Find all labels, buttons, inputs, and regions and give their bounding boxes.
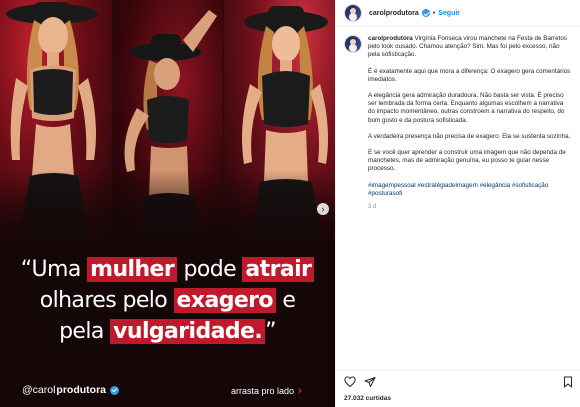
quote-highlight: exagero (173, 288, 276, 313)
follow-button[interactable]: Seguir (438, 10, 460, 17)
chevron-right-icon: › (298, 384, 302, 397)
quote-segment: “Uma (20, 257, 88, 282)
quote-segment: e (275, 288, 296, 313)
caption-paragraph: A verdadeira presença não precisa de exa… (368, 132, 571, 140)
quote-line: “Uma mulher pode atrair (0, 254, 335, 285)
caption-paragraph: A elegância gera admiração duradoura. Nã… (368, 92, 565, 124)
brand-handle: @carol produtora (22, 384, 119, 396)
avatar[interactable] (344, 35, 362, 53)
quote-highlight: mulher (87, 257, 178, 282)
carousel-next-button[interactable]: › (317, 203, 329, 215)
post-media-carousel[interactable]: “Uma mulher pode atrair olhares pelo exag… (0, 0, 335, 407)
caption-paragraph: E se você quer aprender a construir uma … (368, 149, 566, 173)
swipe-hint: arrasta pro lado › (231, 384, 302, 397)
quote-segment: pela (59, 319, 111, 344)
heart-icon[interactable] (344, 376, 356, 388)
swipe-label: arrasta pro lado (231, 386, 295, 396)
post-header: carolprodutora • Seguir (336, 0, 580, 27)
separator-dot: • (432, 9, 436, 17)
quote-segment: ” (265, 319, 276, 344)
verified-badge-icon (421, 9, 430, 17)
quote-line: pela vulgaridade.” (0, 316, 335, 347)
username-link[interactable]: carolprodutora (369, 10, 419, 17)
caption-username[interactable]: carolprodutora (368, 35, 413, 42)
quote-line: olhares pelo exagero e (0, 285, 335, 316)
verified-badge-icon (110, 385, 119, 395)
caption-text: carolprodutora Virgínia Fonseca virou ma… (368, 35, 571, 211)
bookmark-icon[interactable] (562, 376, 574, 388)
hashtags[interactable]: #imagempessoal #estratégiadeimagem #eleg… (368, 182, 571, 198)
quote-highlight: vulgaridade. (110, 319, 266, 344)
caption-block: carolprodutora Virgínia Fonseca virou ma… (344, 35, 574, 211)
send-icon[interactable] (364, 376, 376, 388)
caption-paragraph: É é exatamente aqui que mora a diferença… (368, 67, 571, 83)
caption-intro: carolprodutora Virgínia Fonseca virou ma… (368, 35, 571, 60)
handle-prefix: @carol (22, 384, 56, 396)
quote-segment: olhares (39, 288, 117, 313)
action-bar (336, 370, 580, 388)
quote-segment: pode (177, 257, 243, 282)
instagram-post: “Uma mulher pode atrair olhares pelo exag… (0, 0, 580, 407)
quote-segment: pelo (116, 288, 174, 313)
handle-name: produtora (56, 384, 106, 396)
quote-highlight: atrair (242, 257, 315, 282)
quote-text: “Uma mulher pode atrair olhares pelo exag… (0, 254, 335, 347)
post-side-panel: carolprodutora • Seguir carolprodutora V… (335, 0, 580, 407)
avatar[interactable] (344, 4, 362, 22)
post-time[interactable]: 3 d (368, 203, 571, 211)
likes-count[interactable]: 27.032 curtidas (344, 395, 391, 402)
chevron-right-icon: › (321, 203, 325, 214)
